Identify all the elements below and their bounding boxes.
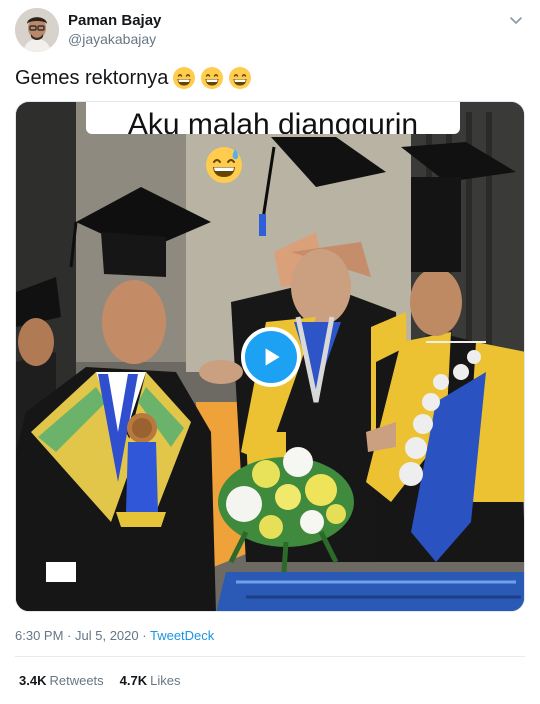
grinning-face-icon	[229, 67, 252, 89]
sweat-smile-icon	[206, 147, 242, 183]
tweet-text-content: Gemes rektornya	[15, 66, 169, 89]
tweet-date[interactable]: Jul 5, 2020	[75, 628, 139, 643]
retweets-label: Retweets	[49, 673, 104, 688]
tweet-time[interactable]: 6:30 PM	[15, 628, 63, 643]
avatar-image	[15, 8, 59, 52]
video-caption-box: Aku malah dianggurin	[86, 102, 460, 135]
likes-label: Likes	[150, 673, 181, 688]
play-icon	[265, 348, 280, 366]
likes-count: 4.7K	[119, 673, 148, 688]
retweets-count: 3.4K	[19, 673, 47, 688]
retweets-stat[interactable]: 3.4K Retweets	[19, 673, 104, 688]
separator: ·	[67, 628, 72, 643]
author-name[interactable]: Paman Bajay	[68, 12, 161, 29]
chevron-down-icon[interactable]	[508, 12, 524, 28]
tweet-source-link[interactable]: TweetDeck	[150, 628, 214, 643]
tweet-timestamp: 6:30 PM · Jul 5, 2020 · TweetDeck	[15, 628, 214, 643]
author-handle[interactable]: @jayakabajay	[68, 31, 156, 47]
grinning-face-icon	[173, 67, 196, 89]
play-button[interactable]	[241, 327, 301, 387]
avatar[interactable]	[15, 8, 59, 52]
grinning-face-icon	[201, 67, 224, 89]
divider	[15, 656, 525, 657]
tweet-stats: 3.4K Retweets 4.7K Likes	[19, 673, 181, 688]
separator: ·	[142, 628, 147, 643]
video-caption: Aku malah dianggurin	[127, 108, 419, 135]
likes-stat[interactable]: 4.7K Likes	[120, 673, 181, 688]
tweet-text: Gemes rektornya	[15, 66, 252, 90]
video-player[interactable]: Aku malah dianggurin	[15, 101, 525, 612]
